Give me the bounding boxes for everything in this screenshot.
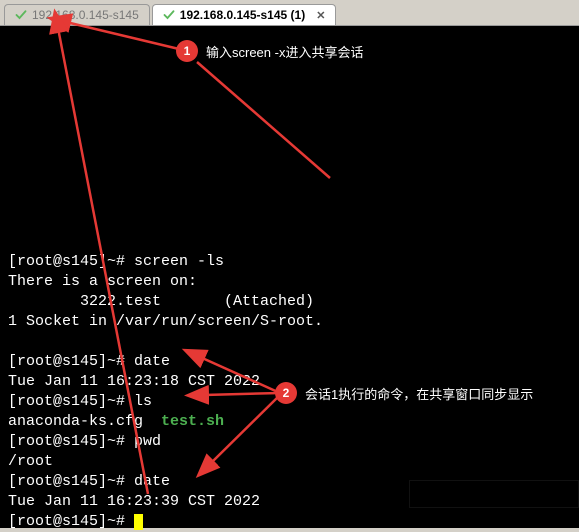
tab-label: 192.168.0.145-s145 bbox=[32, 8, 139, 22]
annotation-2: 2 会话1执行的命令，在共享窗口同步显示 bbox=[275, 382, 533, 404]
tab-label: 192.168.0.145-s145 (1) bbox=[180, 8, 305, 22]
check-icon bbox=[15, 9, 27, 21]
tab-2[interactable]: 192.168.0.145-s145 (1) ✕ bbox=[152, 4, 337, 25]
terminal[interactable]: [root@s145]~# screen -ls There is a scre… bbox=[0, 26, 579, 528]
annotation-badge-1: 1 bbox=[176, 40, 198, 62]
annotation-1: 1 输入screen -x进入共享会话 bbox=[176, 40, 363, 62]
redacted-block bbox=[409, 480, 579, 508]
annotation-text-1: 输入screen -x进入共享会话 bbox=[206, 42, 363, 61]
annotation-badge-2: 2 bbox=[275, 382, 297, 404]
annotation-text-2: 会话1执行的命令，在共享窗口同步显示 bbox=[305, 384, 533, 403]
tab-1[interactable]: 192.168.0.145-s145 bbox=[4, 4, 150, 25]
check-icon bbox=[163, 9, 175, 21]
tab-bar: 192.168.0.145-s145 192.168.0.145-s145 (1… bbox=[0, 0, 579, 26]
close-icon[interactable]: ✕ bbox=[316, 9, 325, 22]
